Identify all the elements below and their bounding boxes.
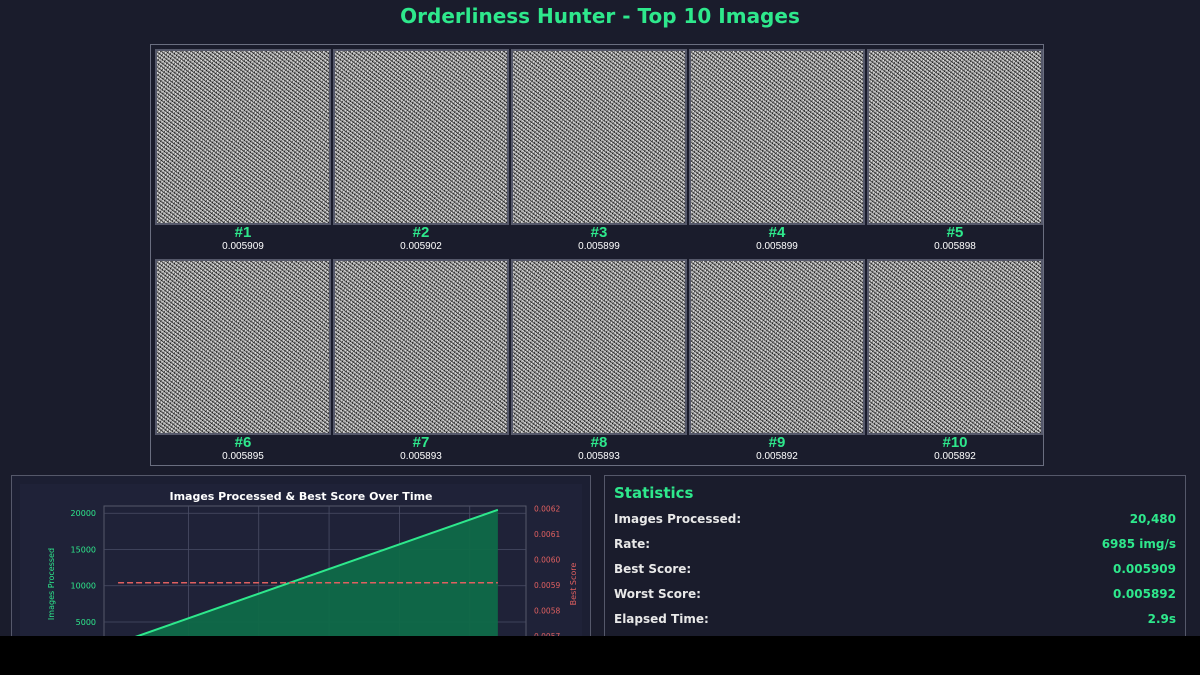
- y2-tick-label: 0.0062: [534, 505, 560, 514]
- image-rank: #9: [768, 434, 786, 451]
- page-title: Orderliness Hunter - Top 10 Images: [400, 4, 800, 28]
- y2-tick-label: 0.0058: [534, 606, 560, 615]
- image-score: 0.005909: [222, 241, 264, 252]
- stat-label: Images Processed:: [614, 512, 742, 526]
- y2-tick-label: 0.0060: [534, 556, 560, 565]
- image-rank: #3: [590, 224, 608, 241]
- image-score: 0.005895: [222, 451, 264, 462]
- image-rank: #1: [234, 224, 252, 241]
- stat-value: 0.005892: [1112, 587, 1176, 601]
- stat-rate: Rate: 6985 img/s: [614, 537, 1176, 555]
- image-rank: #7: [412, 434, 430, 451]
- image-card[interactable]: #5 0.005898: [867, 49, 1043, 253]
- y2-tick-label: 0.0061: [534, 530, 560, 539]
- image-score: 0.005898: [934, 241, 976, 252]
- noise-image-thumbnail[interactable]: [155, 49, 331, 225]
- image-rank: #5: [946, 224, 964, 241]
- y-tick-label: 5000: [76, 618, 96, 627]
- y2-tick-label: 0.0059: [534, 581, 560, 590]
- image-card[interactable]: #4 0.005899: [689, 49, 865, 253]
- y-axis-label: Images Processed: [47, 548, 56, 620]
- image-card[interactable]: #2 0.005902: [333, 49, 509, 253]
- chart-title: Images Processed & Best Score Over Time: [169, 490, 432, 503]
- image-card[interactable]: #3 0.005899: [511, 49, 687, 253]
- statistics-title: Statistics: [614, 484, 694, 502]
- stat-label: Elapsed Time:: [614, 612, 709, 626]
- noise-image-thumbnail[interactable]: [689, 259, 865, 435]
- noise-image-thumbnail[interactable]: [333, 259, 509, 435]
- noise-image-thumbnail[interactable]: [867, 49, 1043, 225]
- image-card[interactable]: #9 0.005892: [689, 259, 865, 463]
- bottom-bar: [0, 636, 1200, 675]
- stat-value: 0.005909: [1112, 562, 1176, 576]
- stat-value: 2.9s: [1147, 612, 1176, 626]
- y-tick-label: 15000: [71, 545, 96, 554]
- stat-label: Best Score:: [614, 562, 692, 576]
- image-rank: #10: [942, 434, 968, 451]
- noise-image-thumbnail[interactable]: [511, 259, 687, 435]
- stat-images-processed: Images Processed: 20,480: [614, 512, 1176, 530]
- image-rank: #2: [412, 224, 430, 241]
- y-tick-label: 10000: [71, 582, 96, 591]
- image-score: 0.005893: [400, 451, 442, 462]
- noise-image-thumbnail[interactable]: [155, 259, 331, 435]
- image-score: 0.005892: [934, 451, 976, 462]
- image-score: 0.005892: [756, 451, 798, 462]
- noise-image-thumbnail[interactable]: [511, 49, 687, 225]
- stat-worst-score: Worst Score: 0.005892: [614, 587, 1176, 605]
- image-score: 0.005902: [400, 241, 442, 252]
- stat-elapsed-time: Elapsed Time: 2.9s: [614, 612, 1176, 630]
- image-card[interactable]: #1 0.005909: [155, 49, 331, 253]
- y2-axis-label: Best Score: [569, 563, 578, 606]
- stat-label: Rate:: [614, 537, 651, 551]
- top-images-gallery: #1 0.005909 #2 0.005902 #3 0.005899 #4 0…: [150, 44, 1044, 466]
- stat-value: 6985 img/s: [1101, 537, 1176, 551]
- image-rank: #4: [768, 224, 786, 241]
- noise-image-thumbnail[interactable]: [333, 49, 509, 225]
- stat-label: Worst Score:: [614, 587, 701, 601]
- image-score: 0.005893: [578, 451, 620, 462]
- stat-value: 20,480: [1129, 512, 1176, 526]
- image-score: 0.005899: [578, 241, 620, 252]
- noise-image-thumbnail[interactable]: [689, 49, 865, 225]
- image-card[interactable]: #6 0.005895: [155, 259, 331, 463]
- noise-image-thumbnail[interactable]: [867, 259, 1043, 435]
- image-card[interactable]: #7 0.005893: [333, 259, 509, 463]
- image-rank: #6: [234, 434, 252, 451]
- image-card[interactable]: #10 0.005892: [867, 259, 1043, 463]
- image-card[interactable]: #8 0.005893: [511, 259, 687, 463]
- image-score: 0.005899: [756, 241, 798, 252]
- y-tick-label: 20000: [71, 509, 96, 518]
- stat-best-score: Best Score: 0.005909: [614, 562, 1176, 580]
- image-rank: #8: [590, 434, 608, 451]
